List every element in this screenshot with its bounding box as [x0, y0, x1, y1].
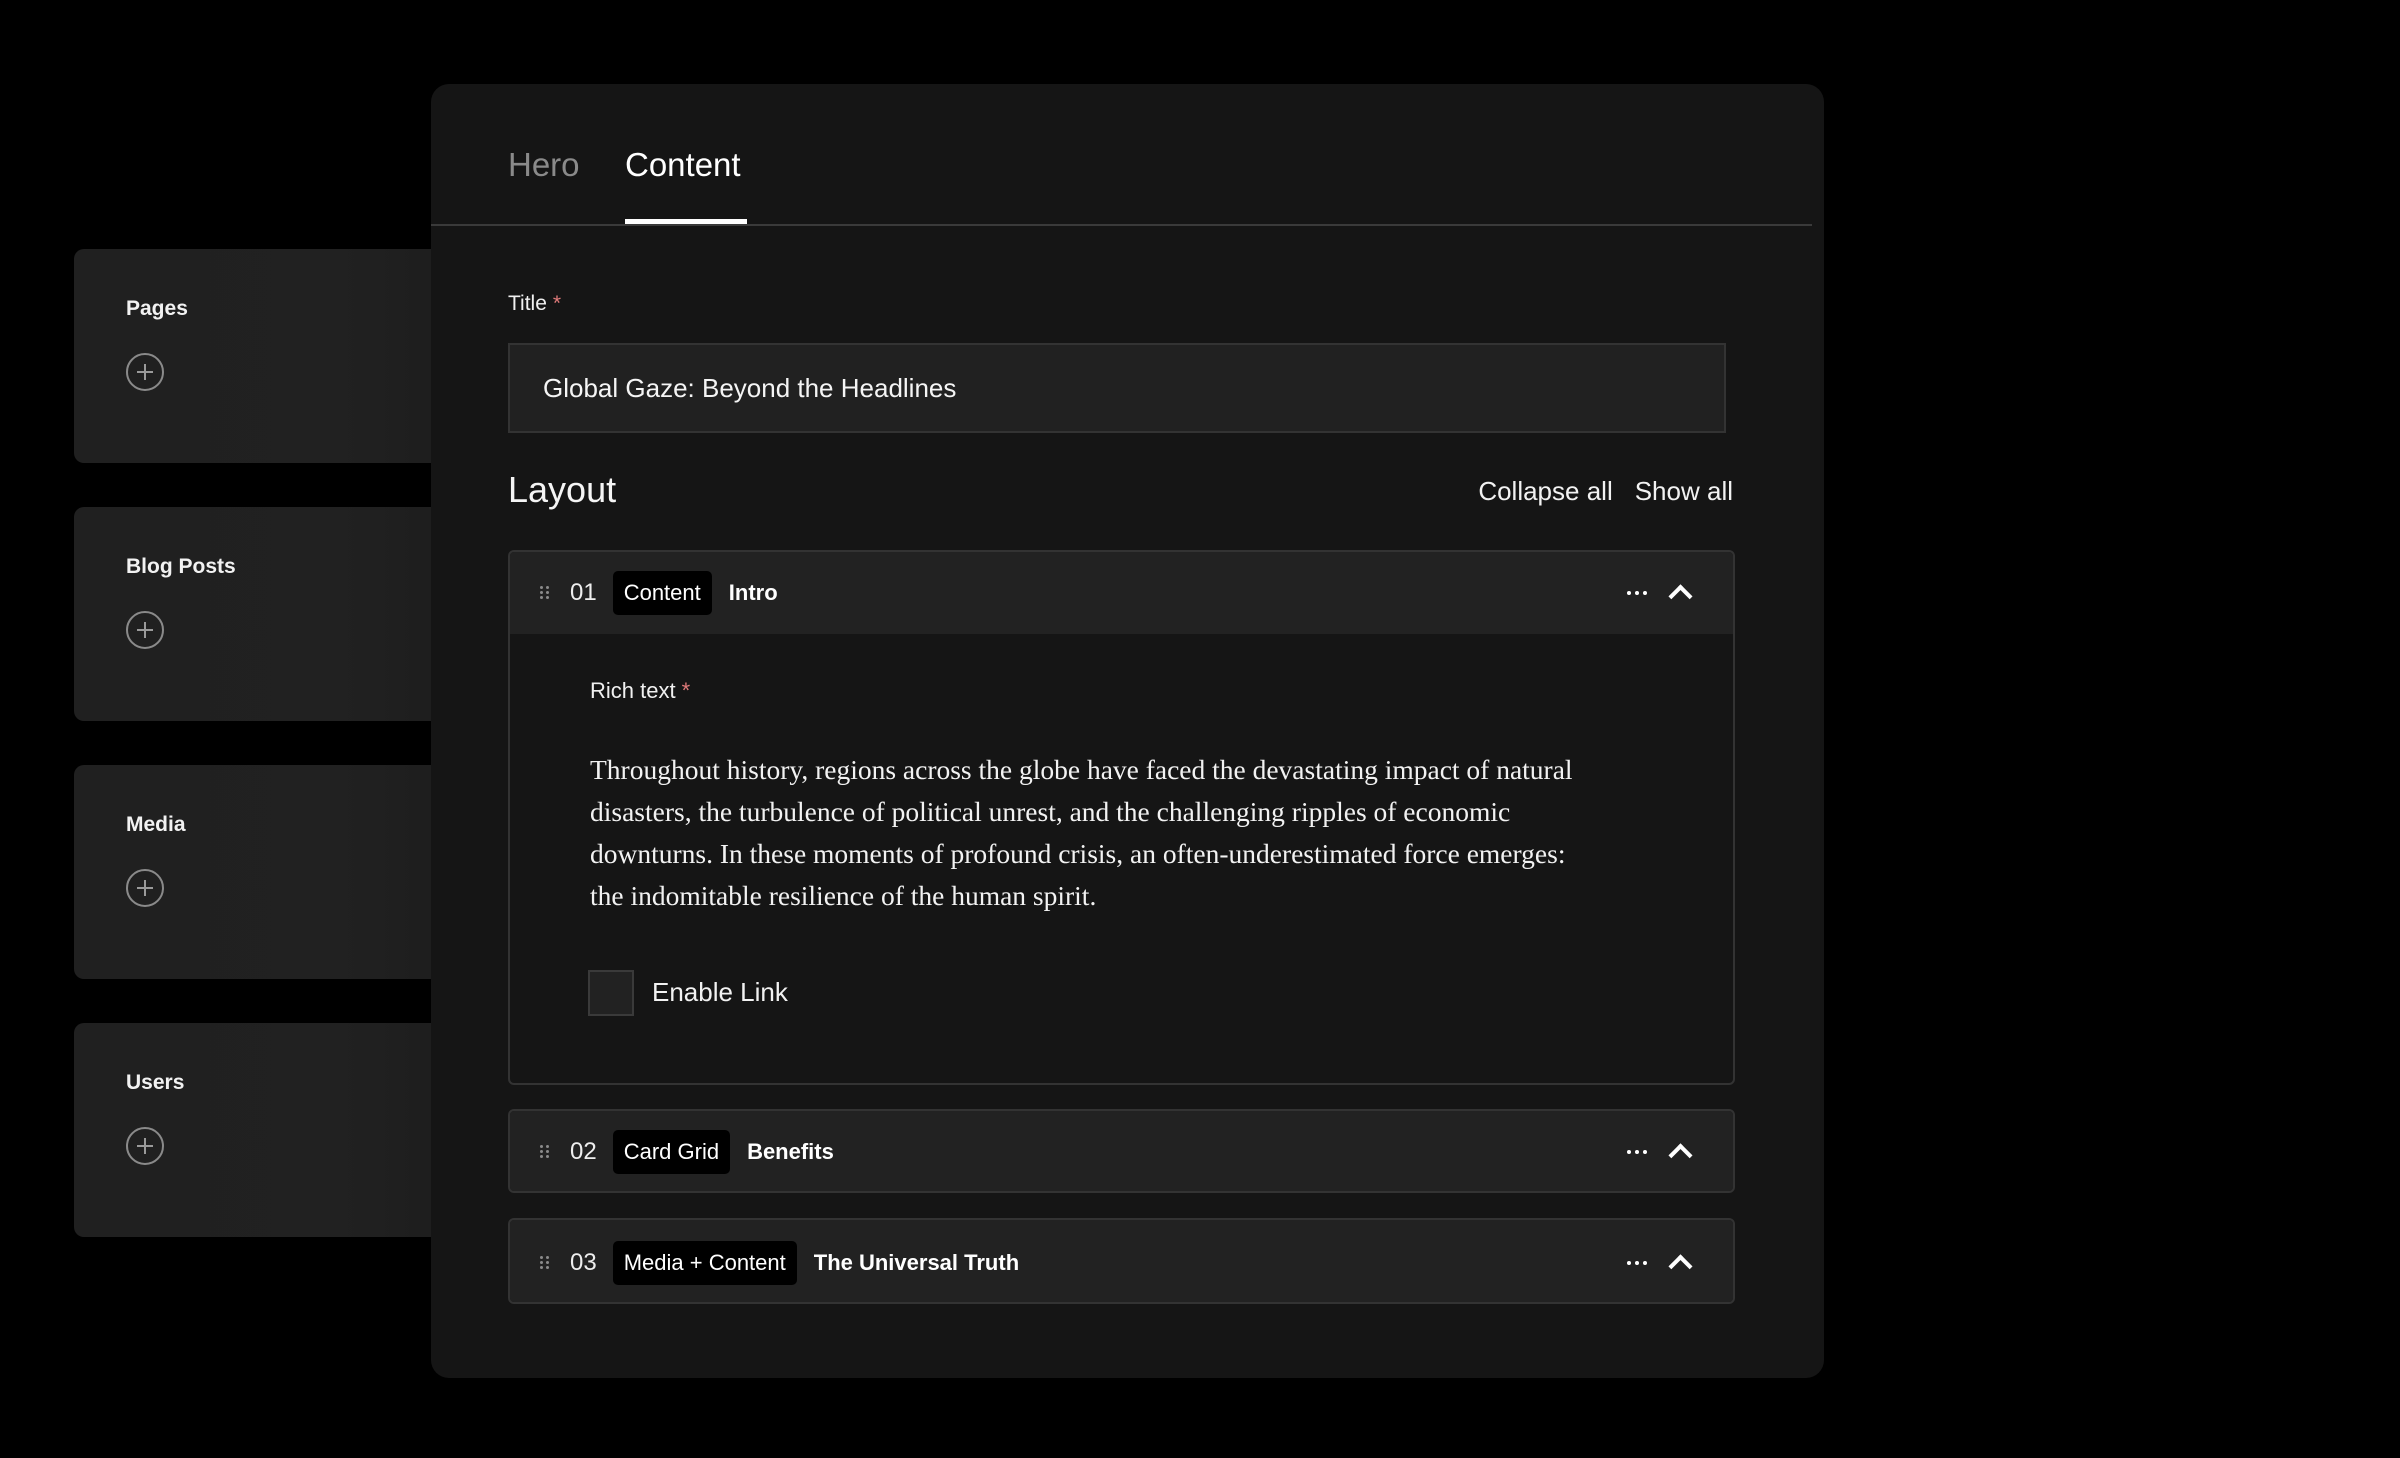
- chevron-up-icon[interactable]: [1668, 1254, 1693, 1279]
- more-options-icon[interactable]: [1627, 1150, 1647, 1154]
- block-name: Intro: [728, 580, 778, 605]
- tab-bar: Hero Content: [431, 84, 1812, 226]
- drag-handle-icon[interactable]: [540, 1145, 552, 1159]
- editor-panel: Hero Content Title* Layout Collapse all …: [431, 84, 1824, 1378]
- collection-card-users[interactable]: Users: [74, 1023, 454, 1237]
- collection-label: Users: [126, 1071, 185, 1094]
- block-type-badge: Media + Content: [612, 1241, 797, 1285]
- enable-link-label[interactable]: Enable Link: [652, 977, 788, 1008]
- tab-content[interactable]: Content: [625, 146, 741, 184]
- title-input[interactable]: [508, 343, 1726, 433]
- chevron-up-icon[interactable]: [1668, 1143, 1693, 1168]
- block-type-badge: Card Grid: [612, 1130, 731, 1174]
- block-type-badge: Content: [612, 571, 712, 615]
- plus-circle-icon[interactable]: [126, 353, 164, 391]
- layout-block: 02 Card Grid Benefits: [508, 1109, 1735, 1193]
- plus-circle-icon[interactable]: [126, 611, 164, 649]
- drag-handle-icon[interactable]: [540, 586, 552, 600]
- plus-circle-icon[interactable]: [126, 869, 164, 907]
- block-number: 02: [570, 1138, 597, 1165]
- layout-block: 03 Media + Content The Universal Truth: [508, 1218, 1735, 1304]
- block-name: Benefits: [747, 1139, 834, 1164]
- plus-circle-icon[interactable]: [126, 1127, 164, 1165]
- title-label-text: Title: [508, 292, 547, 315]
- collection-card-blog-posts[interactable]: Blog Posts: [74, 507, 454, 721]
- block-header[interactable]: 01 Content Intro: [510, 552, 1733, 634]
- more-options-icon[interactable]: [1627, 1261, 1647, 1265]
- block-header[interactable]: 02 Card Grid Benefits: [510, 1111, 1733, 1191]
- more-options-icon[interactable]: [1627, 591, 1647, 595]
- block-number: 01: [570, 579, 597, 606]
- active-tab-indicator: [625, 219, 747, 224]
- rich-text-label-text: Rich text: [590, 678, 676, 703]
- block-name: The Universal Truth: [813, 1250, 1020, 1275]
- collapse-all-button[interactable]: Collapse all: [1478, 476, 1612, 507]
- layout-heading: Layout: [508, 469, 617, 510]
- layout-actions: Collapse all Show all: [1478, 476, 1733, 507]
- show-all-button[interactable]: Show all: [1635, 476, 1733, 507]
- rich-text-editor[interactable]: Throughout history, regions across the g…: [590, 749, 1600, 917]
- collection-card-pages[interactable]: Pages: [74, 249, 454, 463]
- collection-label: Media: [126, 813, 186, 836]
- block-number: 03: [570, 1249, 597, 1276]
- rich-text-label: Rich text *: [590, 678, 690, 704]
- tab-hero[interactable]: Hero: [508, 146, 580, 184]
- collection-label: Pages: [126, 297, 188, 320]
- title-label: Title *: [508, 292, 561, 316]
- drag-handle-icon[interactable]: [540, 1256, 552, 1270]
- chevron-up-icon[interactable]: [1668, 584, 1693, 609]
- collection-card-media[interactable]: Media: [74, 765, 454, 979]
- required-marker: *: [552, 292, 562, 315]
- layout-block: 01 Content Intro Rich text * Throughout h…: [508, 550, 1735, 1085]
- required-marker: *: [681, 678, 691, 703]
- collection-label: Blog Posts: [126, 555, 236, 578]
- block-header[interactable]: 03 Media + Content The Universal Truth: [510, 1220, 1733, 1302]
- enable-link-checkbox[interactable]: [588, 970, 634, 1016]
